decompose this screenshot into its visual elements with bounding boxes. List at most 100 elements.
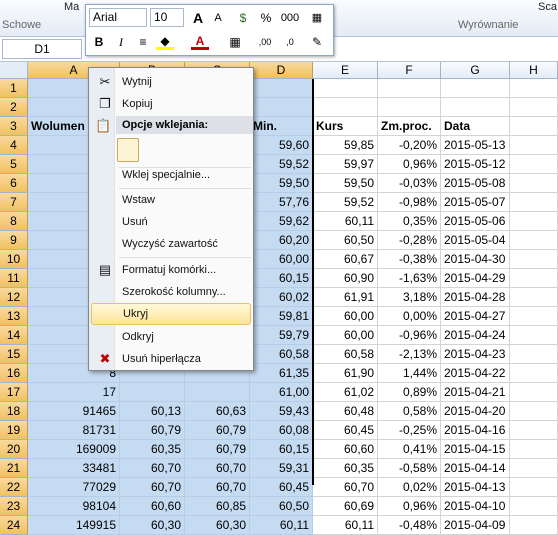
cell-c23[interactable]: 60,85 [185, 497, 250, 516]
cell-h5[interactable] [510, 155, 558, 174]
cell-a24[interactable]: 149915 [28, 516, 120, 535]
cell-f2[interactable] [378, 98, 441, 117]
cell-f7[interactable]: -0,98% [378, 193, 441, 212]
cell-b22[interactable]: 60,70 [120, 478, 185, 497]
cell-d7[interactable]: 57,76 [250, 193, 313, 212]
cell-d6[interactable]: 59,50 [250, 174, 313, 193]
menu-item-hide[interactable]: Ukryj [91, 303, 251, 325]
cell-h1[interactable] [510, 79, 558, 98]
cell-d8[interactable]: 59,62 [250, 212, 313, 231]
font-name-box[interactable]: Arial [89, 8, 147, 27]
cell-a19[interactable]: 81731 [28, 421, 120, 440]
thousands-button[interactable]: 000 [277, 8, 303, 28]
format-painter-icon[interactable]: ▦ [308, 8, 326, 28]
select-all-corner[interactable] [0, 62, 28, 79]
cell-a18[interactable]: 91465 [28, 402, 120, 421]
cell-g8[interactable]: 2015-05-06 [441, 212, 510, 231]
cell-g21[interactable]: 2015-04-14 [441, 459, 510, 478]
column-header-e[interactable]: E [313, 62, 378, 79]
row-header[interactable]: 6 [0, 174, 28, 193]
cell-h15[interactable] [510, 345, 558, 364]
cell-e19[interactable]: 60,45 [313, 421, 378, 440]
cell-h24[interactable] [510, 516, 558, 535]
cell-g6[interactable]: 2015-05-08 [441, 174, 510, 193]
cell-g10[interactable]: 2015-04-30 [441, 250, 510, 269]
cell-d19[interactable]: 60,08 [250, 421, 313, 440]
column-header-h[interactable]: H [510, 62, 558, 79]
cell-b24[interactable]: 60,30 [120, 516, 185, 535]
cell-d18[interactable]: 59,43 [250, 402, 313, 421]
row-header[interactable]: 24 [0, 516, 28, 535]
cell-b23[interactable]: 60,60 [120, 497, 185, 516]
cell-d11[interactable]: 60,15 [250, 269, 313, 288]
cell-g11[interactable]: 2015-04-29 [441, 269, 510, 288]
cell-b21[interactable]: 60,70 [120, 459, 185, 478]
cell-e16[interactable]: 61,90 [313, 364, 378, 383]
menu-item-insert[interactable]: Wstaw [91, 189, 251, 211]
cell-g15[interactable]: 2015-04-23 [441, 345, 510, 364]
cell-b18[interactable]: 60,13 [120, 402, 185, 421]
cell-d1[interactable] [250, 79, 313, 98]
cell-h10[interactable] [510, 250, 558, 269]
cell-f1[interactable] [378, 79, 441, 98]
cell-e21[interactable]: 60,35 [313, 459, 378, 478]
cell-e15[interactable]: 60,58 [313, 345, 378, 364]
cell-g14[interactable]: 2015-04-24 [441, 326, 510, 345]
menu-item-paste-special[interactable]: Wklej specjalnie... [91, 164, 251, 186]
cell-h7[interactable] [510, 193, 558, 212]
cell-d10[interactable]: 60,00 [250, 250, 313, 269]
cell-e18[interactable]: 60,48 [313, 402, 378, 421]
row-header[interactable]: 13 [0, 307, 28, 326]
cell-d23[interactable]: 60,50 [250, 497, 313, 516]
cell-e8[interactable]: 60,11 [313, 212, 378, 231]
bold-button[interactable]: B [90, 32, 108, 52]
column-header-d[interactable]: D [250, 62, 313, 79]
row-header[interactable]: 7 [0, 193, 28, 212]
cell-e3[interactable]: Kurs [313, 117, 378, 136]
cell-g9[interactable]: 2015-05-04 [441, 231, 510, 250]
font-size-box[interactable]: 10 [150, 8, 184, 27]
cell-f12[interactable]: 3,18% [378, 288, 441, 307]
row-header[interactable]: 5 [0, 155, 28, 174]
cell-g13[interactable]: 2015-04-27 [441, 307, 510, 326]
cell-f24[interactable]: -0,48% [378, 516, 441, 535]
menu-item-clear[interactable]: Wyczyść zawartość [91, 233, 251, 255]
cell-d3[interactable]: Min. [250, 117, 313, 136]
row-header[interactable]: 16 [0, 364, 28, 383]
cell-f21[interactable]: -0,58% [378, 459, 441, 478]
cell-f16[interactable]: 1,44% [378, 364, 441, 383]
cell-b19[interactable]: 60,79 [120, 421, 185, 440]
cell-h13[interactable] [510, 307, 558, 326]
cell-f23[interactable]: 0,96% [378, 497, 441, 516]
cell-a22[interactable]: 77029 [28, 478, 120, 497]
cell-e10[interactable]: 60,67 [313, 250, 378, 269]
menu-item-remove-hyperlinks[interactable]: ✖ Usuń hiperłącza [91, 348, 251, 370]
cell-h6[interactable] [510, 174, 558, 193]
cell-g17[interactable]: 2015-04-21 [441, 383, 510, 402]
cell-e12[interactable]: 61,91 [313, 288, 378, 307]
cell-d14[interactable]: 59,79 [250, 326, 313, 345]
cell-f8[interactable]: 0,35% [378, 212, 441, 231]
cell-a17[interactable]: 17 [28, 383, 120, 402]
cell-e22[interactable]: 60,70 [313, 478, 378, 497]
row-header[interactable]: 19 [0, 421, 28, 440]
cell-c19[interactable]: 60,79 [185, 421, 250, 440]
cell-d16[interactable]: 61,35 [250, 364, 313, 383]
cell-f15[interactable]: -2,13% [378, 345, 441, 364]
cell-d24[interactable]: 60,11 [250, 516, 313, 535]
grow-font-button[interactable]: A [189, 8, 207, 28]
ribbon-paste-label[interactable]: Ma [64, 1, 79, 13]
cell-c18[interactable]: 60,63 [185, 402, 250, 421]
column-header-f[interactable]: F [378, 62, 441, 79]
row-header[interactable]: 22 [0, 478, 28, 497]
shrink-font-button[interactable]: A [209, 8, 227, 28]
cell-h4[interactable] [510, 136, 558, 155]
increase-decimal-icon[interactable]: ,00 [256, 32, 274, 52]
cell-h16[interactable] [510, 364, 558, 383]
menu-item-column-width[interactable]: Szerokość kolumny... [91, 281, 251, 303]
cell-d12[interactable]: 60,02 [250, 288, 313, 307]
cell-h3[interactable] [510, 117, 558, 136]
cell-d4[interactable]: 59,60 [250, 136, 313, 155]
cell-e2[interactable] [313, 98, 378, 117]
cell-b17[interactable] [120, 383, 185, 402]
